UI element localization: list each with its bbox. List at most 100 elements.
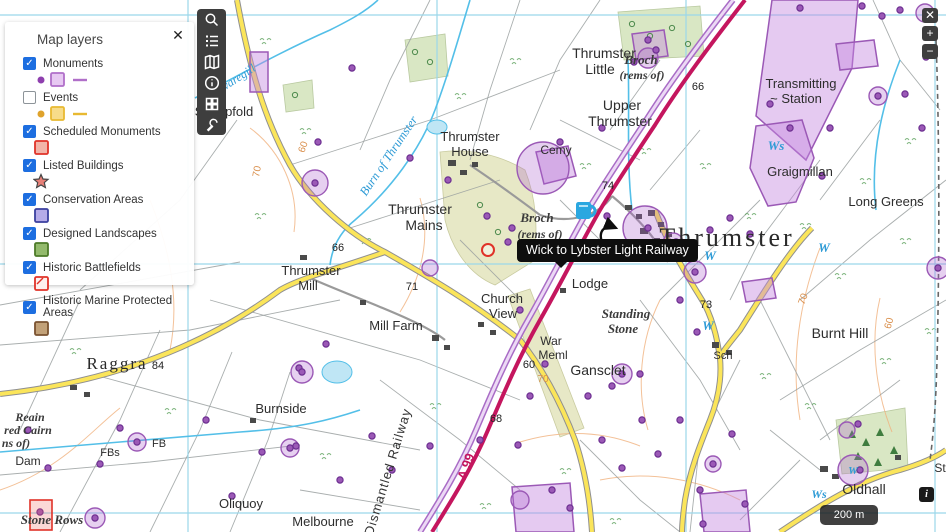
close-map-button[interactable]: ✕: [922, 8, 938, 23]
monument-marker[interactable]: [91, 514, 99, 522]
monument-marker[interactable]: [693, 328, 701, 336]
monument-marker[interactable]: [618, 464, 626, 472]
monument-marker[interactable]: [368, 432, 376, 440]
monument-marker[interactable]: [133, 438, 141, 446]
layer-toggle-monuments[interactable]: ✓ Monuments: [23, 57, 186, 70]
search-button[interactable]: [197, 9, 226, 30]
monument-marker[interactable]: [508, 224, 516, 232]
monument-marker[interactable]: [728, 430, 736, 438]
scheduled-monument-marker[interactable]: [481, 243, 495, 257]
monument-marker[interactable]: [726, 214, 734, 222]
monument-area[interactable]: [835, 39, 879, 71]
monument-marker[interactable]: [526, 392, 534, 400]
layer-toggle-events[interactable]: Events: [23, 91, 186, 104]
monument-marker[interactable]: [638, 416, 646, 424]
monument-halo[interactable]: [838, 421, 856, 439]
monument-marker[interactable]: [896, 6, 904, 14]
layer-label: Events: [43, 91, 79, 104]
monument-marker[interactable]: [796, 4, 804, 12]
legend-trio-icon: [37, 106, 87, 121]
monument-marker[interactable]: [292, 442, 300, 450]
layer-toggle-designed-landscapes[interactable]: ✓ Designed Landscapes: [23, 227, 186, 240]
layer-toggle-historic-marine-protected-areas[interactable]: ✓ Historic Marine Protected Areas: [23, 295, 186, 319]
monument-marker[interactable]: [826, 124, 834, 132]
monument-halo[interactable]: [421, 259, 439, 277]
monument-marker[interactable]: [786, 124, 794, 132]
monument-marker[interactable]: [603, 212, 611, 220]
layer-toggle-listed-buildings[interactable]: ✓ Listed Buildings: [23, 159, 186, 172]
checkbox-designed-landscapes[interactable]: ✓: [23, 227, 36, 240]
monument-marker[interactable]: [476, 436, 484, 444]
monument-marker[interactable]: [584, 392, 592, 400]
legend-square-icon: [34, 208, 49, 223]
monument-marker[interactable]: [548, 486, 556, 494]
layers-list-button[interactable]: [197, 30, 226, 51]
monument-marker[interactable]: [874, 92, 882, 100]
checkbox-listed-buildings[interactable]: ✓: [23, 159, 36, 172]
layer-label: Designed Landscapes: [43, 227, 157, 240]
monument-marker[interactable]: [858, 2, 866, 10]
monument-marker[interactable]: [298, 368, 306, 376]
monument-marker[interactable]: [854, 420, 862, 428]
monument-marker[interactable]: [741, 500, 749, 508]
monument-marker[interactable]: [116, 424, 124, 432]
monument-marker[interactable]: [709, 460, 717, 468]
checkbox-historic-battlefields[interactable]: ✓: [23, 261, 36, 274]
monument-marker[interactable]: [406, 154, 414, 162]
zoom-in-button[interactable]: +: [922, 26, 938, 41]
checkbox-monuments[interactable]: ✓: [23, 57, 36, 70]
monument-marker[interactable]: [311, 179, 319, 187]
monument-marker[interactable]: [636, 370, 644, 378]
app-window: Sheepfoldof SwaregillBurn of ThrumsterTh…: [0, 0, 946, 532]
monument-marker[interactable]: [286, 444, 294, 452]
tools-button[interactable]: [197, 114, 226, 135]
monument-marker[interactable]: [96, 460, 104, 468]
checkbox-historic-marine-protected-areas[interactable]: ✓: [23, 300, 36, 314]
monument-marker[interactable]: [566, 504, 574, 512]
layer-toggle-conservation-areas[interactable]: ✓ Conservation Areas: [23, 193, 186, 206]
monument-marker[interactable]: [504, 238, 512, 246]
checkbox-events[interactable]: [23, 91, 36, 104]
grid-button[interactable]: [197, 93, 226, 114]
map-label: Church: [481, 291, 523, 306]
monument-marker[interactable]: [444, 176, 452, 184]
monument-marker[interactable]: [598, 436, 606, 444]
monument-marker[interactable]: [348, 64, 356, 72]
monument-marker[interactable]: [514, 441, 522, 449]
monument-marker[interactable]: [322, 340, 330, 348]
monument-marker[interactable]: [654, 450, 662, 458]
monument-marker[interactable]: [878, 12, 886, 20]
checkbox-conservation-areas[interactable]: ✓: [23, 193, 36, 206]
monument-marker[interactable]: [258, 448, 266, 456]
checkbox-scheduled-monuments[interactable]: ✓: [23, 125, 36, 138]
monument-marker[interactable]: [934, 264, 942, 272]
monument-marker[interactable]: [676, 296, 684, 304]
monument-marker[interactable]: [44, 464, 52, 472]
monument-marker[interactable]: [918, 124, 926, 132]
monument-marker[interactable]: [483, 212, 491, 220]
map-label: Dam: [15, 454, 40, 468]
basemap-button[interactable]: [197, 51, 226, 72]
monument-marker[interactable]: [699, 520, 707, 528]
monument-area[interactable]: [699, 489, 751, 532]
close-icon[interactable]: ✕: [170, 27, 186, 43]
monument-marker[interactable]: [691, 268, 699, 276]
monument-marker[interactable]: [901, 90, 909, 98]
monument-marker[interactable]: [608, 382, 616, 390]
monument-marker[interactable]: [644, 224, 652, 232]
attribution-info-button[interactable]: i: [919, 487, 934, 502]
monument-marker[interactable]: [314, 138, 322, 146]
monument-area[interactable]: [741, 277, 777, 303]
monument-marker[interactable]: [516, 306, 524, 314]
monument-marker[interactable]: [696, 486, 704, 494]
monument-marker[interactable]: [644, 36, 652, 44]
monument-marker[interactable]: [426, 442, 434, 450]
zoom-out-button[interactable]: −: [922, 44, 938, 59]
layer-toggle-historic-battlefields[interactable]: ✓ Historic Battlefields: [23, 261, 186, 274]
monument-marker[interactable]: [336, 476, 344, 484]
layer-toggle-scheduled-monuments[interactable]: ✓ Scheduled Monuments: [23, 125, 186, 138]
monument-marker[interactable]: [676, 416, 684, 424]
info-button[interactable]: [197, 72, 226, 93]
monument-marker[interactable]: [202, 416, 210, 424]
monument-halo[interactable]: [510, 490, 530, 510]
